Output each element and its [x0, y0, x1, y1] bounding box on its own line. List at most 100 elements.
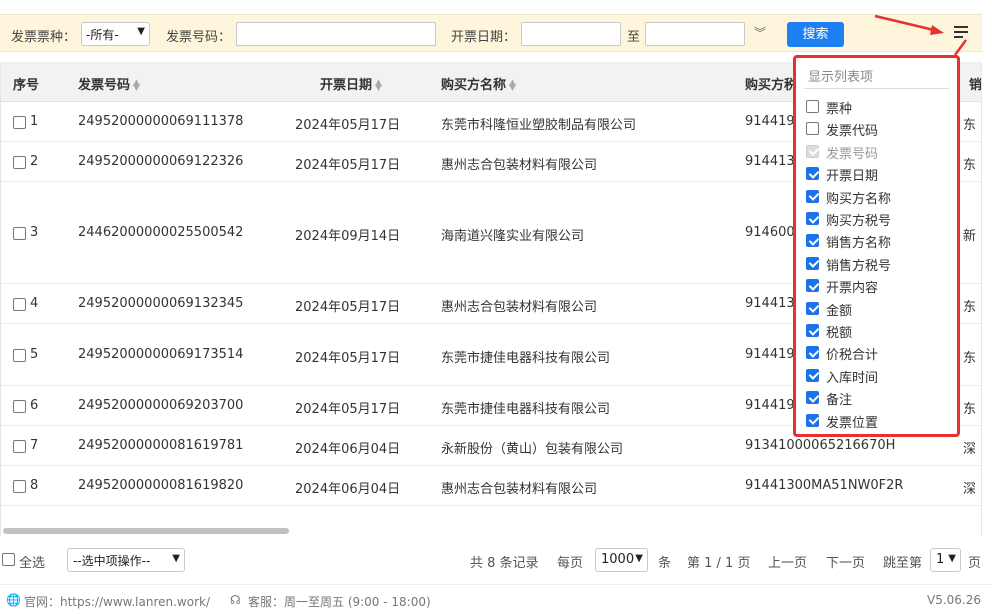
column-option-label: 购买方名称 — [826, 191, 892, 207]
row-index: 6 — [30, 398, 39, 413]
official-site-link[interactable]: 官网：https://www.lanren.work/ — [24, 593, 210, 610]
column-option-checkbox[interactable] — [806, 234, 819, 248]
buyer-name-cell: 惠州志合包装材料有限公司 — [441, 158, 598, 173]
invoice-number-cell: 24952000000069173514 — [78, 347, 244, 362]
sort-icon[interactable]: ▲ ▼ — [133, 78, 140, 92]
column-option-checkbox — [806, 144, 819, 158]
header-buyer-tax[interactable]: 购买方税 — [745, 74, 797, 93]
column-visibility-panel: 显示列表项 票种 发票代码 发票号码 开票日期 购买方名称 购买方税号 销售方名称 销售方税号… — [793, 55, 960, 437]
date-to-input[interactable] — [645, 22, 745, 46]
sort-icon[interactable]: ▲ ▼ — [375, 78, 382, 92]
invoice-number-cell: 24952000000069111378 — [78, 114, 244, 129]
invoice-number-input[interactable] — [236, 22, 436, 46]
column-option-checkbox[interactable] — [806, 391, 819, 405]
row-index: 7 — [30, 438, 39, 453]
total-records: 共 8 条记录 — [470, 556, 539, 571]
invoice-number-cell: 24952000000069122326 — [78, 154, 244, 169]
buyer-tax-cell: 91341000065216670H — [745, 438, 896, 453]
column-option-checkbox[interactable] — [806, 324, 819, 337]
invoice-date-cell: 2024年05月17日 — [295, 118, 401, 133]
select-all-checkbox[interactable] — [2, 553, 15, 566]
bulk-action-select[interactable]: --选中项操作-- ▼ — [67, 548, 185, 572]
row-checkbox[interactable] — [13, 480, 26, 493]
column-option-checkbox[interactable] — [806, 122, 819, 136]
per-page-label: 每页 — [557, 556, 584, 571]
invoice-type-label: 发票票种： — [11, 30, 77, 45]
search-button[interactable]: 搜索 — [787, 22, 844, 47]
column-option-checkbox[interactable] — [806, 256, 819, 270]
column-option-label: 税额 — [826, 326, 853, 341]
table-row[interactable]: 8 24952000000081619820 2024年06月04日 惠州志合包装材料… — [1, 466, 981, 506]
header-buyer-name[interactable]: 购买方名称 ▲ ▼ — [441, 74, 516, 93]
divider — [804, 88, 949, 89]
invoice-date-cell: 2024年06月04日 — [295, 442, 401, 457]
buyer-name-cell: 东莞市科隆恒业塑胶制品有限公司 — [441, 118, 637, 133]
buyer-tax-cell: 914419 — [745, 114, 795, 129]
row-checkbox[interactable] — [13, 440, 26, 453]
buyer-name-cell: 东莞市捷佳电器科技有限公司 — [441, 402, 611, 417]
row-checkbox[interactable] — [13, 156, 26, 169]
column-option-checkbox[interactable] — [806, 368, 819, 382]
column-option-label: 发票位置 — [826, 415, 879, 431]
row-checkbox[interactable] — [13, 400, 26, 413]
header-buyer-name-label: 购买方名称 — [441, 78, 507, 93]
column-option-label: 销售方名称 — [826, 236, 892, 252]
seller-name-cell: 东 — [963, 300, 977, 315]
row-checkbox[interactable] — [13, 227, 26, 240]
column-option-label: 发票号码 — [826, 146, 879, 162]
per-page-select[interactable]: 1000 ▼ — [595, 548, 648, 572]
column-option-label: 入库时间 — [826, 370, 879, 386]
date-from-input[interactable] — [521, 22, 621, 46]
invoice-date-cell: 2024年05月17日 — [295, 158, 401, 173]
column-option-checkbox[interactable] — [806, 346, 819, 360]
invoice-date-cell: 2024年06月04日 — [295, 482, 401, 497]
column-option-checkbox[interactable] — [806, 189, 819, 203]
row-index: 2 — [30, 154, 39, 169]
prev-page-link[interactable]: 上一页 — [768, 552, 807, 571]
sort-icon[interactable]: ▲ ▼ — [509, 78, 516, 92]
date-range-separator: 至 — [627, 30, 641, 45]
expand-filters-icon[interactable]: ︾ — [754, 24, 766, 41]
invoice-number-cell: 24952000000069203700 — [78, 398, 244, 413]
header-invoice-date[interactable]: 开票日期 ▲ ▼ — [320, 74, 382, 93]
horizontal-scrollbar[interactable] — [3, 528, 289, 534]
footer-bar: 🌐 官网：https://www.lanren.work/ ☊ 客服：周一至周五… — [0, 584, 992, 614]
invoice-type-select[interactable]: -所有- ▼ — [81, 22, 150, 46]
column-option-label: 购买方税号 — [826, 214, 892, 229]
invoice-number-cell: 24952000000069132345 — [78, 296, 244, 311]
seller-name-cell: 东 — [963, 118, 977, 133]
column-option-checkbox[interactable] — [806, 413, 819, 427]
row-checkbox[interactable] — [13, 349, 26, 362]
buyer-tax-cell: 914413 — [745, 154, 795, 169]
buyer-name-cell: 海南道兴隆实业有限公司 — [441, 229, 585, 244]
row-checkbox[interactable] — [13, 298, 26, 311]
invoice-number-cell: 24462000000025500542 — [78, 225, 244, 240]
invoice-date-cell: 2024年09月14日 — [295, 229, 401, 244]
buyer-name-cell: 东莞市捷佳电器科技有限公司 — [441, 351, 611, 366]
invoice-date-label: 开票日期： — [451, 30, 517, 45]
column-option-checkbox[interactable] — [806, 301, 819, 315]
column-option-checkbox[interactable] — [806, 279, 819, 293]
header-seller-partial: 销 — [969, 78, 982, 93]
row-index: 8 — [30, 478, 39, 493]
seller-name-cell: 深 — [963, 442, 977, 457]
version-label: V5.06.26 — [927, 593, 982, 607]
invoice-type-value: -所有- — [86, 28, 119, 42]
column-option-checkbox[interactable] — [806, 167, 819, 181]
row-checkbox[interactable] — [13, 116, 26, 129]
column-menu-icon[interactable] — [954, 26, 970, 40]
buyer-tax-cell: 914600 — [745, 225, 795, 240]
buyer-tax-cell: 91441300MA51NW0F2R — [745, 478, 904, 493]
column-option-label: 开票内容 — [826, 281, 879, 297]
invoice-number-cell: 24952000000081619781 — [78, 438, 244, 453]
header-invoice-number[interactable]: 发票号码 ▲ ▼ — [78, 74, 140, 93]
column-option-label: 备注 — [826, 393, 853, 409]
next-page-link[interactable]: 下一页 — [826, 552, 865, 571]
jump-page-select[interactable]: 1 ▼ — [930, 548, 961, 572]
buyer-name-cell: 永新股份（黄山）包装有限公司 — [441, 442, 624, 457]
seller-name-cell: 深 — [963, 482, 977, 497]
column-option-checkbox[interactable] — [806, 212, 819, 225]
buyer-tax-cell: 914413 — [745, 296, 795, 311]
column-option-checkbox[interactable] — [806, 100, 819, 113]
buyer-name-cell: 惠州志合包装材料有限公司 — [441, 300, 598, 315]
